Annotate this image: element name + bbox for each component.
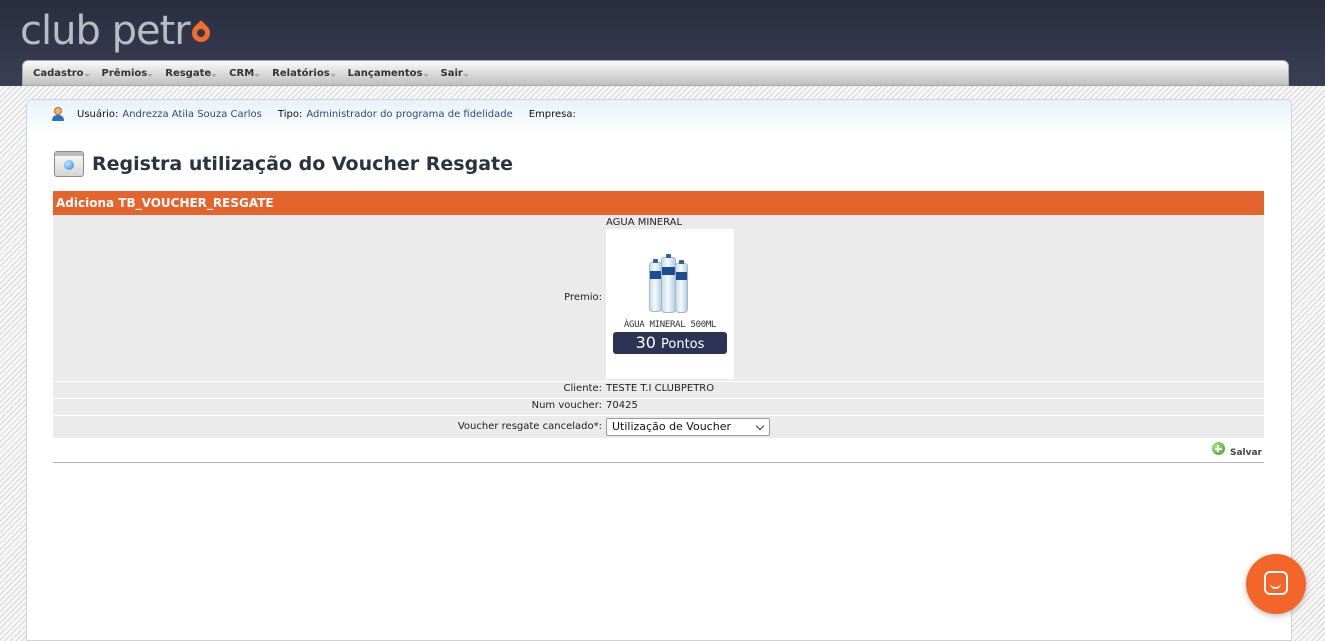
bottle-center xyxy=(661,254,676,313)
user-icon xyxy=(51,107,65,121)
row-divider xyxy=(53,398,1264,399)
chevron-down-icon xyxy=(755,421,765,431)
row-divider xyxy=(53,415,1264,416)
menu-item-cadastro[interactable]: Cadastro xyxy=(33,68,90,79)
menu-item-sair[interactable]: Sair xyxy=(441,68,470,79)
bottle-right xyxy=(675,260,688,313)
num-voucher-value: 70425 xyxy=(606,400,638,411)
premio-caption: ÁGUA MINERAL 500ML xyxy=(623,320,717,330)
company-label: Empresa: xyxy=(528,108,576,120)
premio-points-badge: 30 Pontos xyxy=(613,332,727,354)
cancelado-select[interactable]: Utilização de Voucher xyxy=(606,418,770,436)
save-button[interactable]: Salvar xyxy=(1211,442,1262,458)
menu-item-crm[interactable]: CRM xyxy=(229,68,261,79)
page-title-row: Registra utilização do Voucher Resgate xyxy=(54,151,513,177)
cliente-label: Cliente: xyxy=(563,383,602,394)
main-menu: Cadastro Prêmios Resgate CRM Relatórios … xyxy=(22,60,1289,86)
type-label: Tipo: xyxy=(277,108,303,120)
premio-label: Premio: xyxy=(564,292,602,303)
form-actions: Salvar xyxy=(53,438,1264,463)
cliente-value: TESTE T.I CLUBPETRO xyxy=(606,383,715,394)
points-unit: Pontos xyxy=(661,337,705,352)
premio-name: AGUA MINERAL xyxy=(606,217,683,228)
club-petro-logo[interactable]: club petr xyxy=(20,6,214,56)
chat-icon xyxy=(1264,571,1288,595)
form-body: Premio: AGUA MINERAL ÁGUA MINERAL 500ML … xyxy=(53,215,1264,438)
menu-item-relatorios[interactable]: Relatórios xyxy=(272,68,336,79)
premio-image: ÁGUA MINERAL 500ML 30 Pontos xyxy=(606,229,734,379)
num-voucher-label: Num voucher: xyxy=(531,400,602,411)
menu-item-resgate[interactable]: Resgate xyxy=(165,68,218,79)
points-value: 30 xyxy=(635,333,656,352)
drop-icon xyxy=(187,20,214,46)
save-label: Salvar xyxy=(1229,448,1262,458)
content-panel: Usuário: Andrezza Atila Souza Carlos Tip… xyxy=(26,99,1292,641)
logo-text: club petr xyxy=(20,8,191,54)
add-circle-icon xyxy=(1211,442,1225,455)
user-label: Usuário: xyxy=(77,108,119,120)
row-divider xyxy=(53,381,1264,382)
cancelado-selected: Utilização de Voucher xyxy=(612,420,731,433)
menu-item-lancamentos[interactable]: Lançamentos xyxy=(348,68,429,79)
user-info-bar: Usuário: Andrezza Atila Souza Carlos Tip… xyxy=(51,107,596,121)
user-value: Andrezza Atila Souza Carlos xyxy=(122,108,262,120)
cancelado-label: Voucher resgate cancelado*: xyxy=(457,421,602,432)
window-icon xyxy=(54,151,84,177)
chat-button[interactable] xyxy=(1246,554,1306,614)
type-value: Administrador do programa de fidelidade xyxy=(306,108,513,120)
page-title: Registra utilização do Voucher Resgate xyxy=(92,153,513,175)
form-header: Adiciona TB_VOUCHER_RESGATE xyxy=(53,191,1264,215)
menu-item-premios[interactable]: Prêmios xyxy=(102,68,153,79)
